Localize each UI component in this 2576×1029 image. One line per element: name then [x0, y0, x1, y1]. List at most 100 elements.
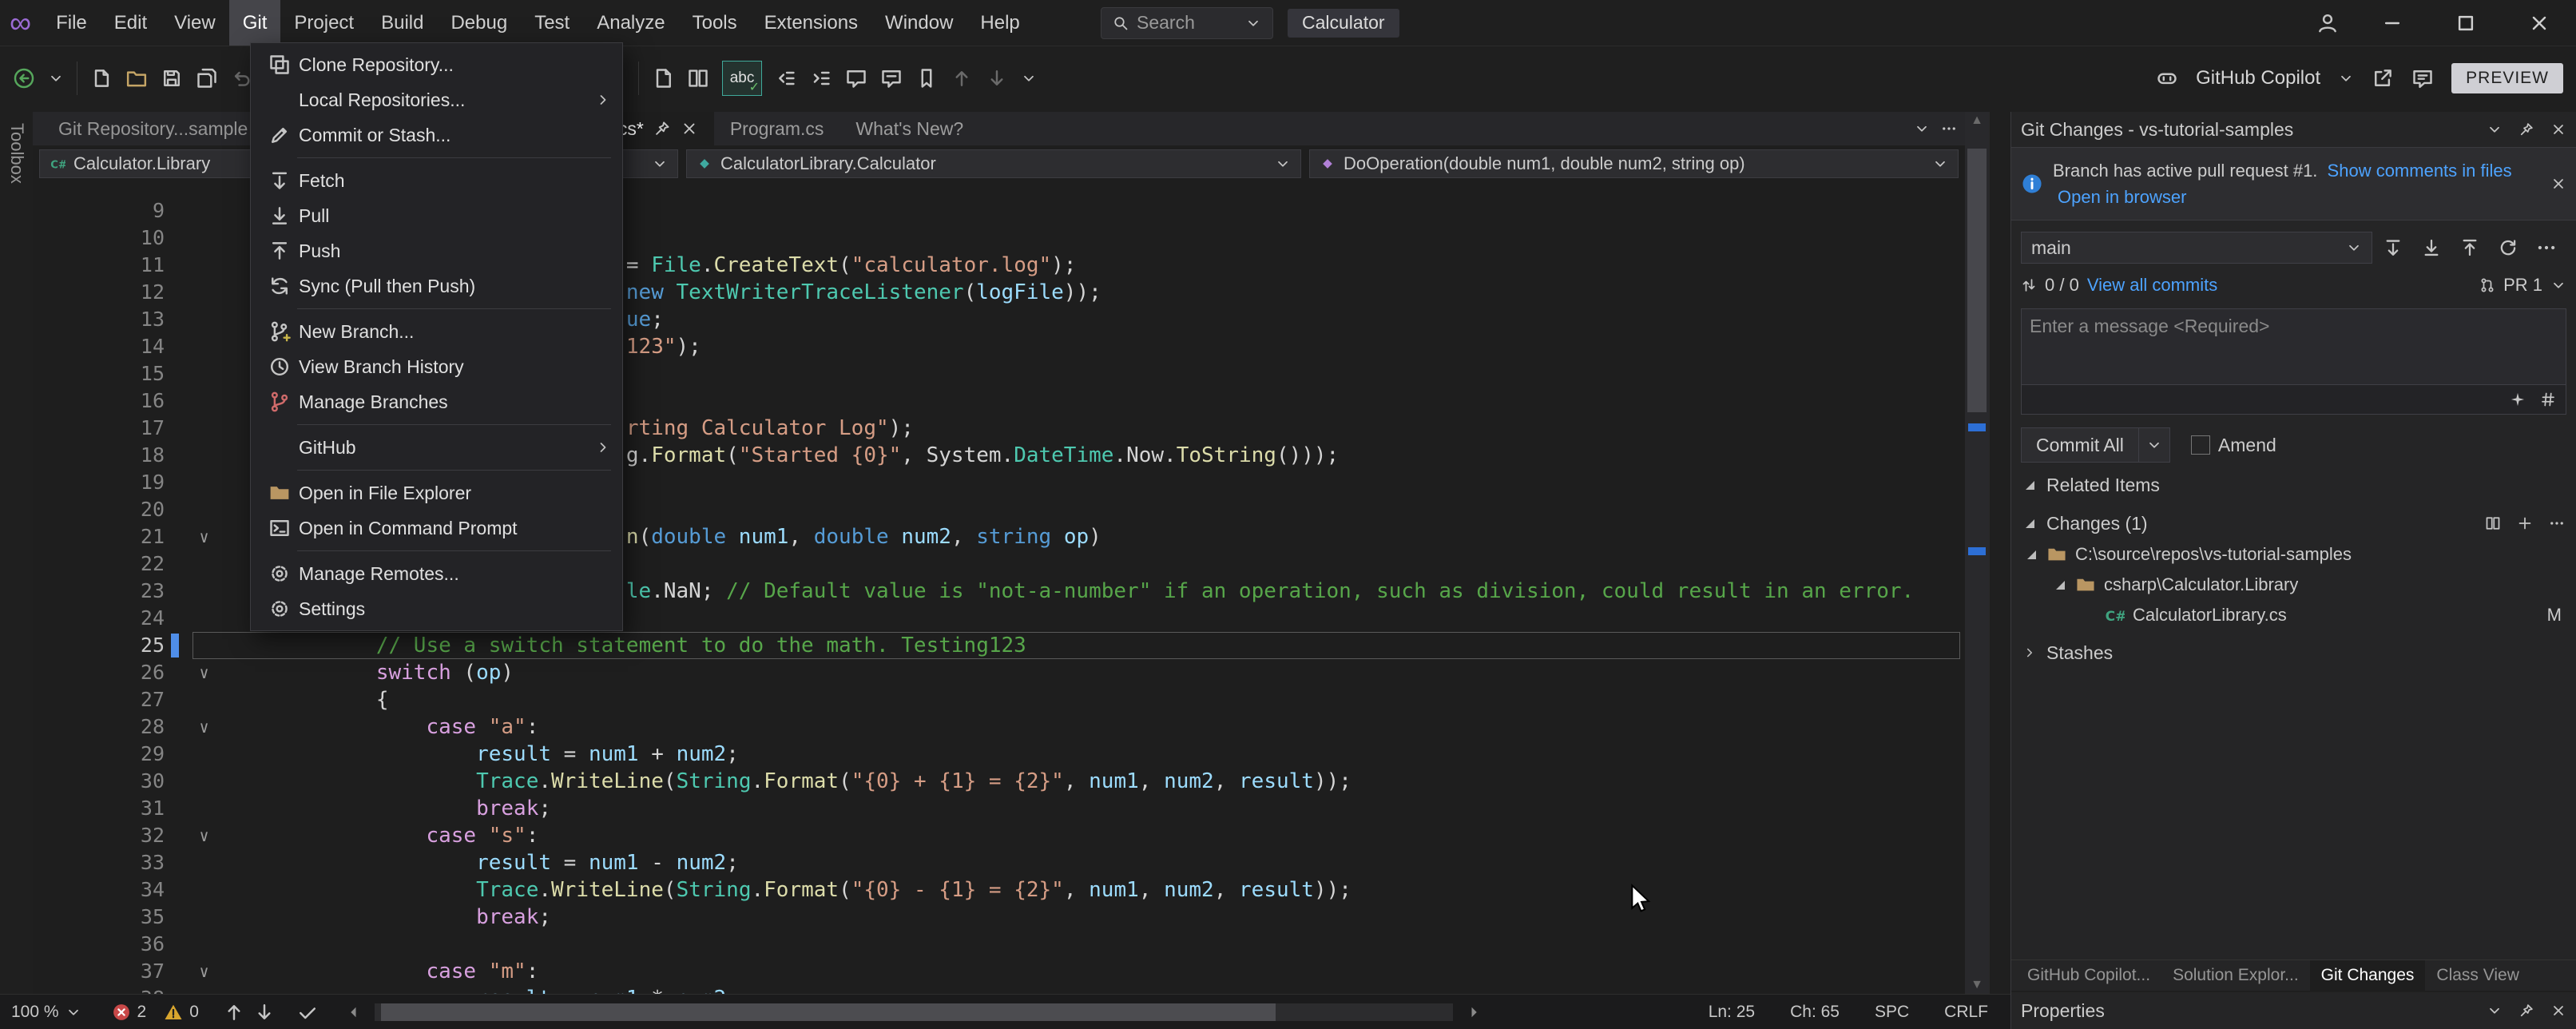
menu-item-sync-pull-then-push[interactable]: Sync (Pull then Push) — [251, 268, 622, 304]
fold-marker[interactable] — [182, 632, 226, 659]
horizontal-scrollbar[interactable] — [375, 1003, 1453, 1021]
commit-message-box[interactable]: Enter a message <Required> — [2021, 308, 2566, 415]
commit-options-icon[interactable] — [2139, 437, 2169, 453]
branch-selector[interactable]: main — [2021, 232, 2372, 264]
more-actions-icon[interactable] — [2549, 515, 2565, 531]
pr-badge[interactable]: PR 1 — [2503, 275, 2542, 296]
panel-tab-git-changes[interactable]: Git Changes — [2310, 960, 2426, 991]
tree-item-calculatorlibrary-cs[interactable]: C#CalculatorLibrary.csM — [2011, 600, 2576, 630]
panel-close-icon[interactable] — [2550, 1003, 2566, 1019]
menu-item-push[interactable]: Push — [251, 233, 622, 268]
fold-marker[interactable]: ∨ — [182, 659, 226, 686]
menu-item-fetch[interactable]: Fetch — [251, 163, 622, 198]
maximize-button[interactable] — [2429, 0, 2503, 46]
previous-issue-icon[interactable] — [223, 1001, 245, 1023]
infobar-close-icon[interactable] — [2550, 157, 2566, 210]
pull-button[interactable] — [2414, 232, 2449, 264]
stage-all-icon[interactable] — [2517, 515, 2533, 531]
menu-view[interactable]: View — [161, 0, 229, 46]
fold-marker[interactable] — [182, 360, 226, 387]
fold-marker[interactable] — [182, 442, 226, 469]
refresh-button[interactable] — [2491, 232, 2526, 264]
fold-marker[interactable] — [182, 469, 226, 496]
fold-marker[interactable] — [182, 795, 226, 822]
panel-menu-icon[interactable] — [2487, 1003, 2503, 1019]
panel-tab-class-view[interactable]: Class View — [2425, 960, 2530, 991]
toolbar-overflow-icon[interactable] — [1021, 70, 1037, 86]
panel-splitter[interactable] — [1989, 112, 2011, 1029]
zoom-control[interactable]: 100 % — [11, 1003, 81, 1022]
tree-item-csharp-calculator-library[interactable]: csharp\Calculator.Library — [2011, 570, 2576, 600]
class-dropdown[interactable]: CalculatorLibrary.Calculator — [686, 149, 1301, 178]
menu-build[interactable]: Build — [367, 0, 437, 46]
fold-marker[interactable] — [182, 931, 226, 958]
fold-marker[interactable]: ∨ — [182, 713, 226, 741]
preview-badge[interactable]: PREVIEW — [2451, 63, 2563, 93]
account-icon[interactable] — [2300, 12, 2356, 34]
compare-files-icon[interactable] — [687, 67, 709, 89]
previous-bookmark-icon[interactable] — [951, 67, 973, 89]
panel-tab-github-copilot[interactable]: GitHub Copilot... — [2016, 960, 2161, 991]
view-all-commits-link[interactable]: View all commits — [2087, 275, 2217, 296]
fold-marker[interactable] — [182, 333, 226, 360]
fold-marker[interactable] — [182, 550, 226, 578]
menu-item-open-in-command-prompt[interactable]: Open in Command Prompt — [251, 511, 622, 546]
fold-marker[interactable] — [182, 415, 226, 442]
fold-marker[interactable] — [182, 279, 226, 306]
tree-item-c-source-repos-vs-tutorial-samples[interactable]: C:\source\repos\vs-tutorial-samples — [2011, 539, 2576, 570]
amend-checkbox[interactable] — [2191, 435, 2210, 455]
column-indicator[interactable]: Ch: 65 — [1790, 1003, 1840, 1022]
pin-icon[interactable] — [653, 120, 671, 137]
decrease-indent-icon[interactable] — [775, 67, 797, 89]
fetch-button[interactable] — [2376, 232, 2411, 264]
navigate-back-icon[interactable] — [13, 67, 35, 89]
expander-icon[interactable] — [2053, 581, 2067, 590]
health-check-icon[interactable] — [296, 1001, 319, 1023]
panel-menu-icon[interactable] — [2487, 121, 2503, 137]
menu-item-local-repositories[interactable]: Local Repositories... — [251, 82, 622, 117]
minimize-button[interactable] — [2356, 0, 2429, 46]
chevron-down-icon[interactable] — [2338, 70, 2354, 86]
search-box[interactable]: Search — [1101, 7, 1273, 39]
show-comments-link[interactable]: Show comments in files — [2328, 161, 2512, 181]
push-button[interactable] — [2452, 232, 2487, 264]
fold-marker[interactable] — [182, 306, 226, 333]
toggle-bookmark-icon[interactable] — [915, 67, 938, 89]
section-related-items[interactable]: Related Items — [2011, 469, 2576, 501]
fold-marker[interactable] — [182, 605, 226, 632]
menu-project[interactable]: Project — [280, 0, 367, 46]
fold-marker[interactable] — [182, 876, 226, 904]
expander-icon[interactable] — [2022, 519, 2037, 528]
pin-icon[interactable] — [2518, 121, 2534, 137]
comment-selection-icon[interactable] — [845, 67, 867, 89]
fold-marker[interactable] — [182, 904, 226, 931]
member-dropdown[interactable]: DoOperation(double num1, double num2, st… — [1309, 149, 1959, 178]
github-copilot-icon[interactable] — [2156, 67, 2178, 89]
panel-close-icon[interactable] — [2550, 121, 2566, 137]
menu-item-github[interactable]: GitHub — [251, 430, 622, 465]
scrollbar-thumb[interactable] — [1967, 149, 1987, 412]
fold-marker[interactable] — [182, 197, 226, 224]
fold-marker[interactable] — [182, 387, 226, 415]
fold-marker[interactable] — [182, 578, 226, 605]
scroll-left-icon[interactable] — [346, 1004, 362, 1020]
next-bookmark-icon[interactable] — [986, 67, 1008, 89]
spaces-indicator[interactable]: SPC — [1875, 1003, 1909, 1022]
menu-item-pull[interactable]: Pull — [251, 198, 622, 233]
fold-marker[interactable] — [182, 849, 226, 876]
fold-marker[interactable] — [182, 686, 226, 713]
insert-issue-icon[interactable] — [2540, 391, 2556, 407]
menu-window[interactable]: Window — [871, 0, 966, 46]
warning-indicator[interactable]: 0 — [164, 1003, 199, 1022]
solution-badge[interactable]: Calculator — [1288, 9, 1399, 38]
fold-marker[interactable]: ∨ — [182, 822, 226, 849]
share-icon[interactable] — [2372, 67, 2394, 89]
section-stashes[interactable]: Stashes — [2011, 637, 2576, 669]
expander-collapsed-icon[interactable] — [2022, 645, 2037, 661]
line-ending-indicator[interactable]: CRLF — [1944, 1003, 1988, 1022]
new-file-icon[interactable] — [90, 67, 113, 89]
more-actions-icon[interactable] — [2529, 232, 2564, 264]
scrollbar-thumb[interactable] — [381, 1003, 1276, 1021]
send-feedback-icon[interactable] — [2411, 67, 2434, 89]
menu-item-manage-branches[interactable]: Manage Branches — [251, 384, 622, 419]
